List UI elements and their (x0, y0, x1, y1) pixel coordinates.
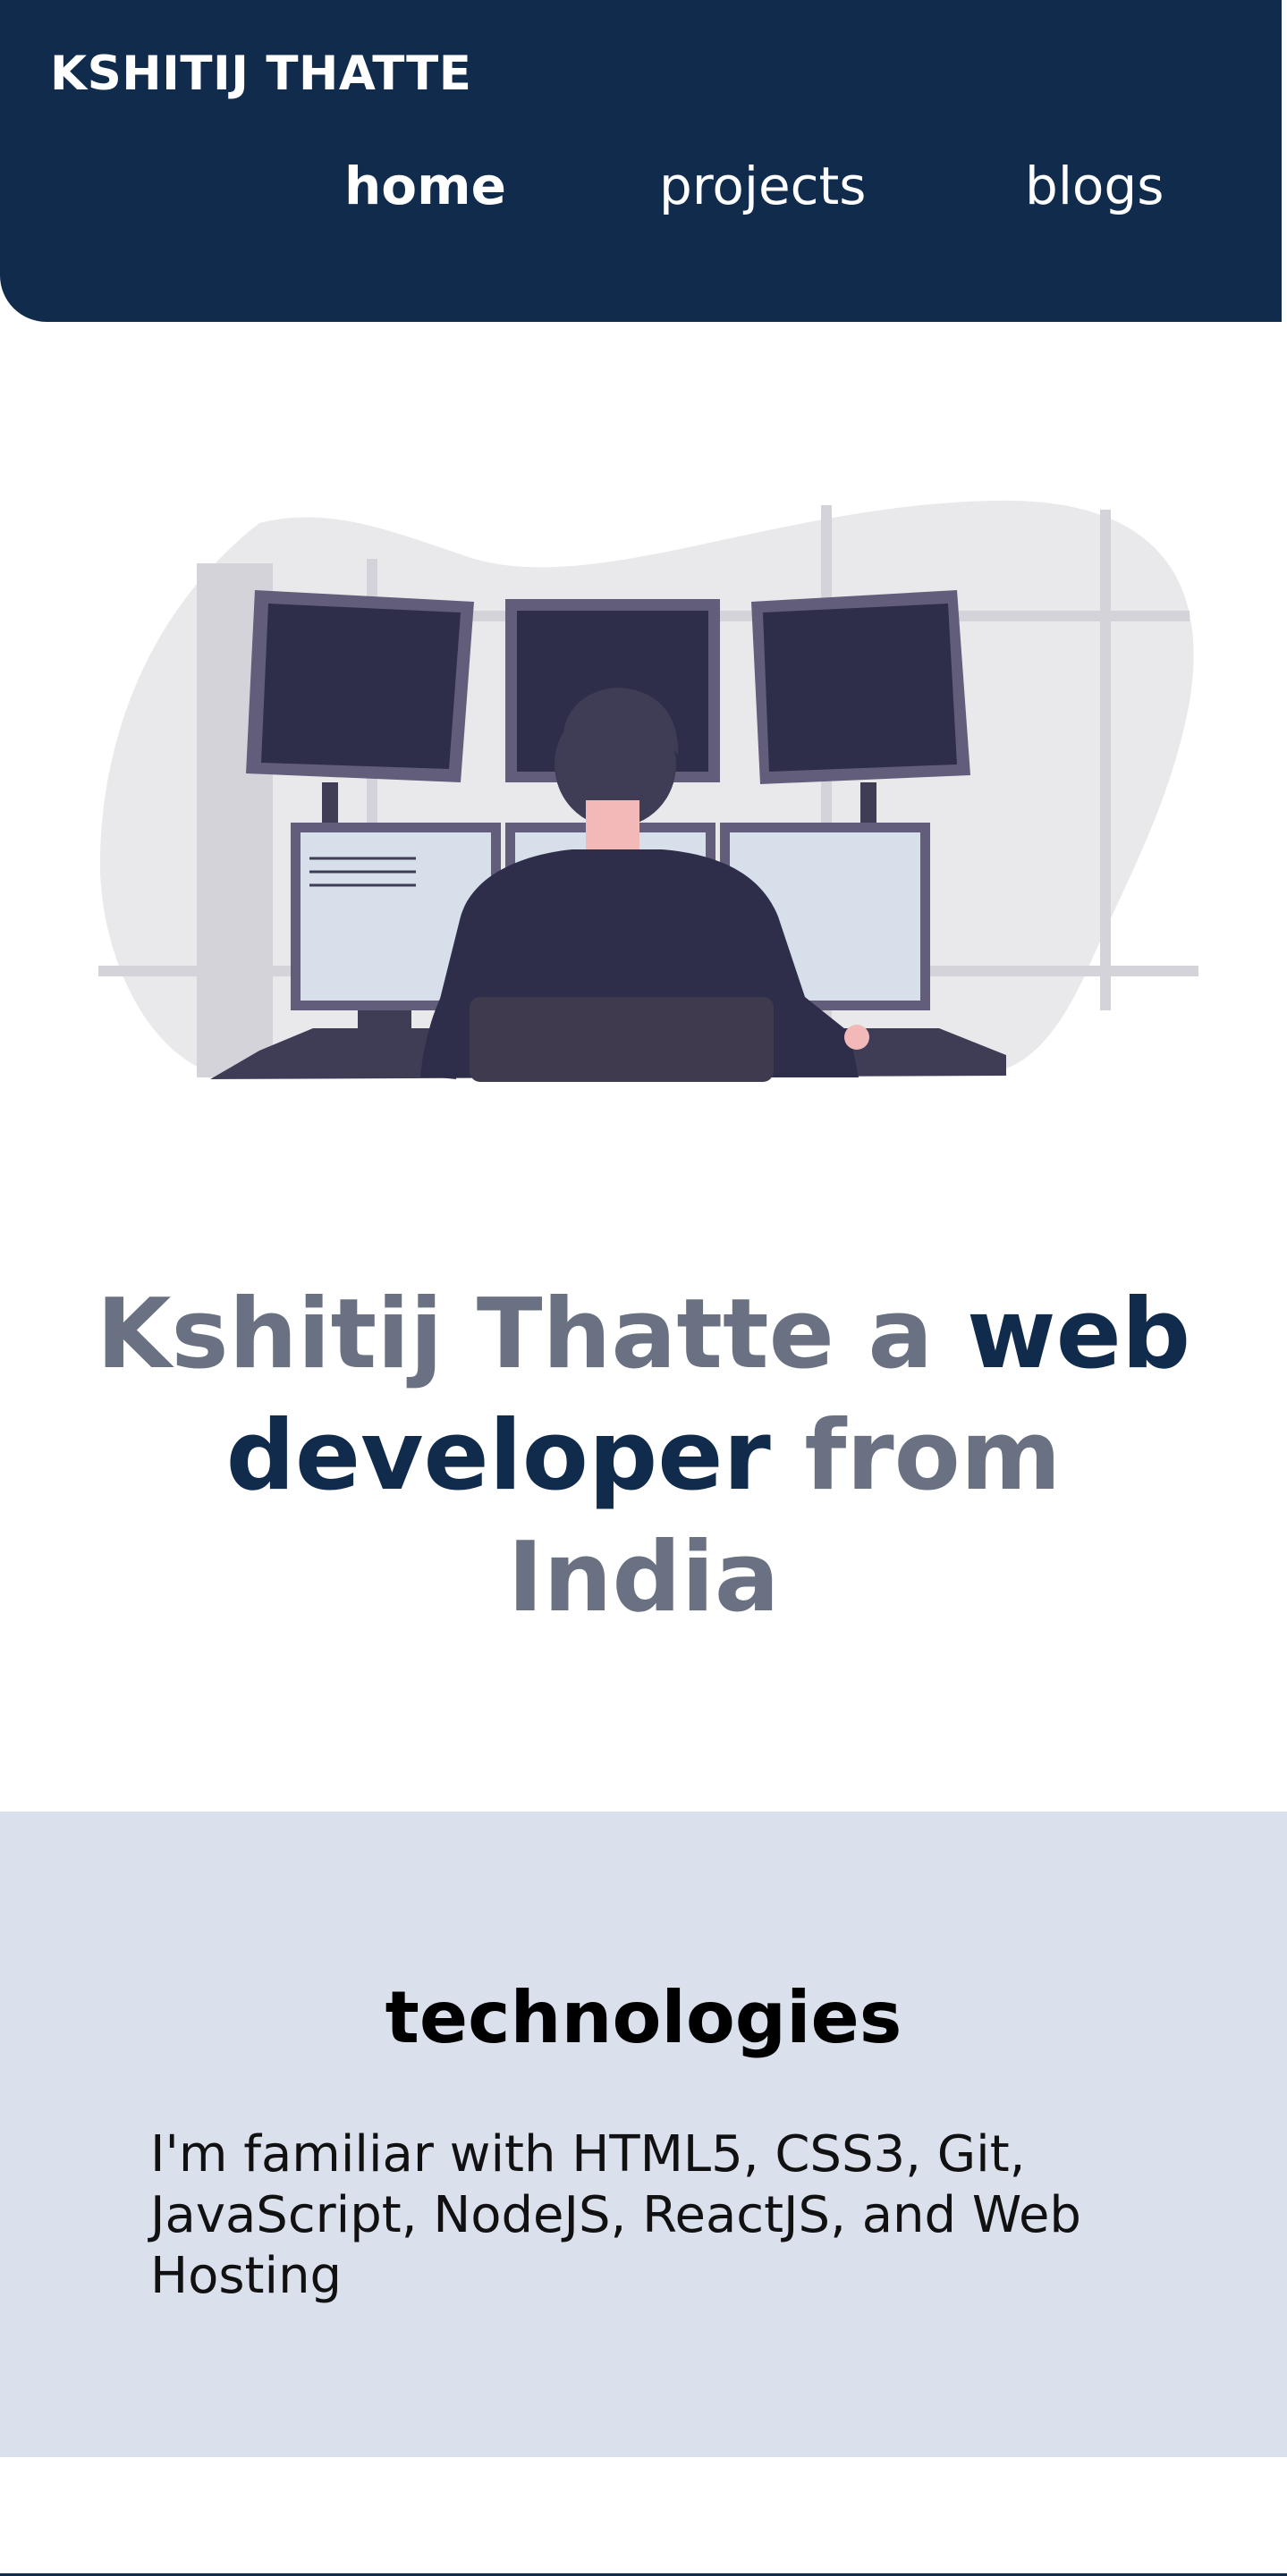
technologies-section: technologies I'm familiar with HTML5, CS… (0, 1812, 1287, 2457)
nav-blogs[interactable]: blogs (1025, 156, 1164, 216)
technologies-text: I'm familiar with HTML5, CSS3, Git, Java… (150, 2125, 1081, 2305)
hero-headline: Kshitij Thatte a web developer from Indi… (89, 1274, 1198, 1639)
header-edge (1282, 0, 1287, 322)
nav-home[interactable]: home (344, 156, 506, 216)
nav-projects[interactable]: projects (659, 156, 867, 216)
developer-illustration-icon (98, 496, 1198, 1086)
headline-part1: Kshitij Thatte a (96, 1279, 967, 1390)
site-header: KSHITIJ THATTE home projects blogs (0, 0, 1287, 322)
brand-logo[interactable]: KSHITIJ THATTE (50, 46, 472, 101)
technologies-title: technologies (385, 1976, 902, 2059)
page: KSHITIJ THATTE home projects blogs Kshit… (0, 0, 1287, 2576)
